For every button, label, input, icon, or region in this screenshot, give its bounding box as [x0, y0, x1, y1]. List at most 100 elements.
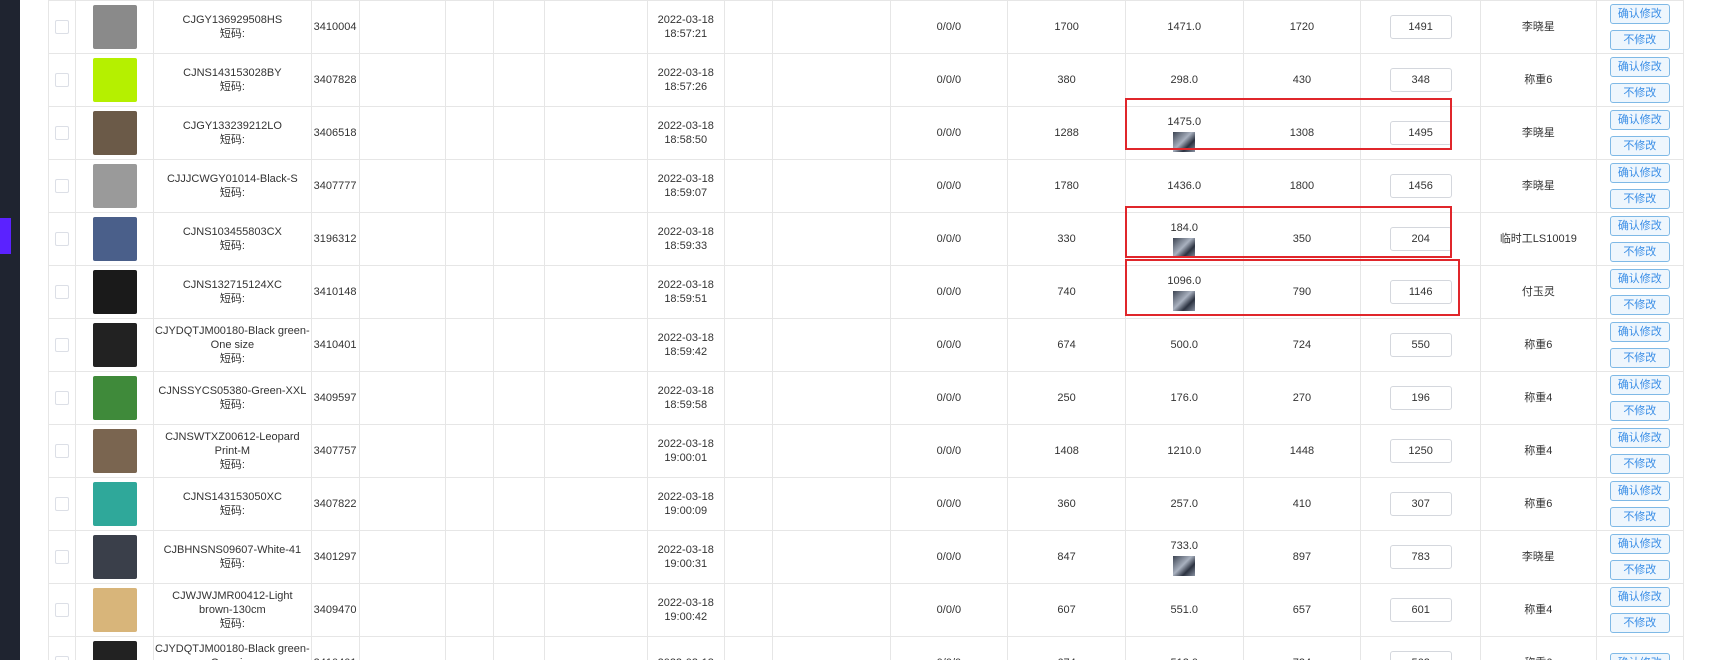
empty-cell — [543, 159, 648, 213]
no-edit-button[interactable]: 不修改 — [1609, 507, 1670, 527]
no-edit-button[interactable]: 不修改 — [1609, 348, 1670, 368]
no-edit-button[interactable]: 不修改 — [1609, 295, 1670, 315]
adjusted-quantity-input[interactable] — [1389, 545, 1452, 569]
row-checkbox[interactable] — [55, 179, 70, 194]
empty-cell — [358, 477, 447, 531]
price-text: 176.0 — [1170, 392, 1199, 404]
row-checkbox[interactable] — [55, 497, 70, 512]
adjust-input-cell — [1360, 53, 1482, 107]
sku-code: CJNSWTXZ00612-Leopard Print-M — [165, 431, 300, 457]
adjusted-quantity-input[interactable] — [1389, 492, 1452, 516]
adjusted-quantity-input[interactable] — [1389, 439, 1452, 463]
no-edit-button[interactable]: 不修改 — [1609, 401, 1670, 421]
confirm-edit-button[interactable]: 确认修改 — [1609, 653, 1670, 660]
confirm-edit-button[interactable]: 确认修改 — [1609, 269, 1670, 289]
empty-cell — [493, 583, 545, 637]
confirm-edit-button[interactable]: 确认修改 — [1609, 481, 1670, 501]
row-checkbox[interactable] — [55, 391, 70, 406]
adjusted-quantity-input[interactable] — [1389, 15, 1452, 39]
empty-cell — [358, 371, 447, 425]
actions-cell: 确认修改 不修改 — [1595, 265, 1684, 319]
no-edit-button[interactable]: 不修改 — [1609, 560, 1670, 580]
confirm-edit-button[interactable]: 确认修改 — [1609, 322, 1670, 342]
empty-cell — [358, 159, 447, 213]
confirm-edit-button[interactable]: 确认修改 — [1609, 216, 1670, 236]
no-edit-button[interactable]: 不修改 — [1609, 454, 1670, 474]
price-text: 1096.0 — [1167, 274, 1202, 287]
confirm-edit-button[interactable]: 确认修改 — [1609, 534, 1670, 554]
no-edit-button[interactable]: 不修改 — [1609, 189, 1670, 209]
product-thumbnail[interactable] — [92, 535, 137, 579]
row-checkbox[interactable] — [55, 285, 70, 300]
empty-cell — [493, 212, 545, 266]
product-thumbnail[interactable] — [92, 58, 137, 102]
product-image-cell — [75, 424, 155, 478]
confirm-edit-button[interactable]: 确认修改 — [1609, 163, 1670, 183]
weight-photo-thumbnail[interactable] — [1173, 290, 1196, 311]
row-checkbox[interactable] — [55, 20, 70, 35]
product-thumbnail[interactable] — [92, 641, 137, 660]
empty-cell — [771, 0, 891, 54]
row-checkbox[interactable] — [55, 444, 70, 459]
actions-cell: 确认修改 不修改 — [1595, 583, 1684, 637]
no-edit-button[interactable]: 不修改 — [1609, 242, 1670, 262]
product-thumbnail[interactable] — [92, 164, 137, 208]
row-checkbox[interactable] — [55, 73, 70, 88]
adjusted-quantity-input[interactable] — [1389, 651, 1452, 660]
weight-photo-thumbnail[interactable] — [1173, 555, 1196, 576]
product-thumbnail[interactable] — [92, 217, 137, 261]
adjusted-quantity-input[interactable] — [1389, 227, 1452, 251]
quantity-cell: 270 — [1242, 371, 1362, 425]
weight-photo-thumbnail[interactable] — [1173, 237, 1196, 258]
product-thumbnail[interactable] — [92, 588, 137, 632]
no-edit-button[interactable]: 不修改 — [1609, 83, 1670, 103]
confirm-edit-button[interactable]: 确认修改 — [1609, 375, 1670, 395]
row-checkbox[interactable] — [55, 656, 70, 660]
sku-code: CJNS143153028BY — [183, 67, 282, 79]
row-checkbox[interactable] — [55, 550, 70, 565]
adjusted-quantity-input[interactable] — [1389, 68, 1452, 92]
empty-cell — [723, 212, 773, 266]
product-thumbnail[interactable] — [92, 323, 137, 367]
adjust-input-cell — [1360, 212, 1482, 266]
empty-cell — [723, 0, 773, 54]
empty-cell — [771, 265, 891, 319]
product-thumbnail[interactable] — [92, 376, 137, 420]
product-image-cell — [75, 212, 155, 266]
no-edit-button[interactable]: 不修改 — [1609, 613, 1670, 633]
table-row: CJNS143153050XC 短码: 3407822 2022-03-18 19:00… — [48, 477, 1684, 531]
empty-cell — [493, 53, 545, 107]
product-thumbnail[interactable] — [92, 111, 137, 155]
product-thumbnail[interactable] — [92, 429, 137, 473]
adjusted-quantity-input[interactable] — [1389, 598, 1452, 622]
empty-cell — [771, 371, 891, 425]
confirm-edit-button[interactable]: 确认修改 — [1609, 4, 1670, 24]
no-edit-button[interactable]: 不修改 — [1609, 30, 1670, 50]
row-checkbox[interactable] — [55, 126, 70, 141]
adjusted-quantity-input[interactable] — [1389, 333, 1452, 357]
row-checkbox[interactable] — [55, 603, 70, 618]
row-checkbox-cell — [48, 53, 77, 107]
product-thumbnail[interactable] — [92, 5, 137, 49]
quantity-cell: 410 — [1242, 477, 1362, 531]
table-row: CJNS132715124XC 短码: 3410148 2022-03-18 18:59… — [48, 265, 1684, 319]
weight-photo-thumbnail[interactable] — [1173, 131, 1196, 152]
confirm-edit-button[interactable]: 确认修改 — [1609, 428, 1670, 448]
datetime-cell: 2022-03-18 18:59:07 — [646, 159, 725, 213]
confirm-edit-button[interactable]: 确认修改 — [1609, 587, 1670, 607]
confirm-edit-button[interactable]: 确认修改 — [1609, 57, 1670, 77]
confirm-edit-button[interactable]: 确认修改 — [1609, 110, 1670, 130]
adjusted-quantity-input[interactable] — [1389, 121, 1452, 145]
adjusted-quantity-input[interactable] — [1389, 386, 1452, 410]
sku-code: CJNS103455803CX — [182, 226, 282, 238]
adjusted-quantity-input[interactable] — [1389, 174, 1452, 198]
price-text: 257.0 — [1170, 498, 1199, 510]
row-checkbox[interactable] — [55, 338, 70, 353]
quantity-cell: 1448 — [1242, 424, 1362, 478]
no-edit-button[interactable]: 不修改 — [1609, 136, 1670, 156]
adjusted-quantity-input[interactable] — [1389, 280, 1452, 304]
product-thumbnail[interactable] — [92, 482, 137, 526]
product-thumbnail[interactable] — [92, 270, 137, 314]
row-checkbox[interactable] — [55, 232, 70, 247]
stock-ratio-cell: 0/0/0 — [889, 53, 1009, 107]
